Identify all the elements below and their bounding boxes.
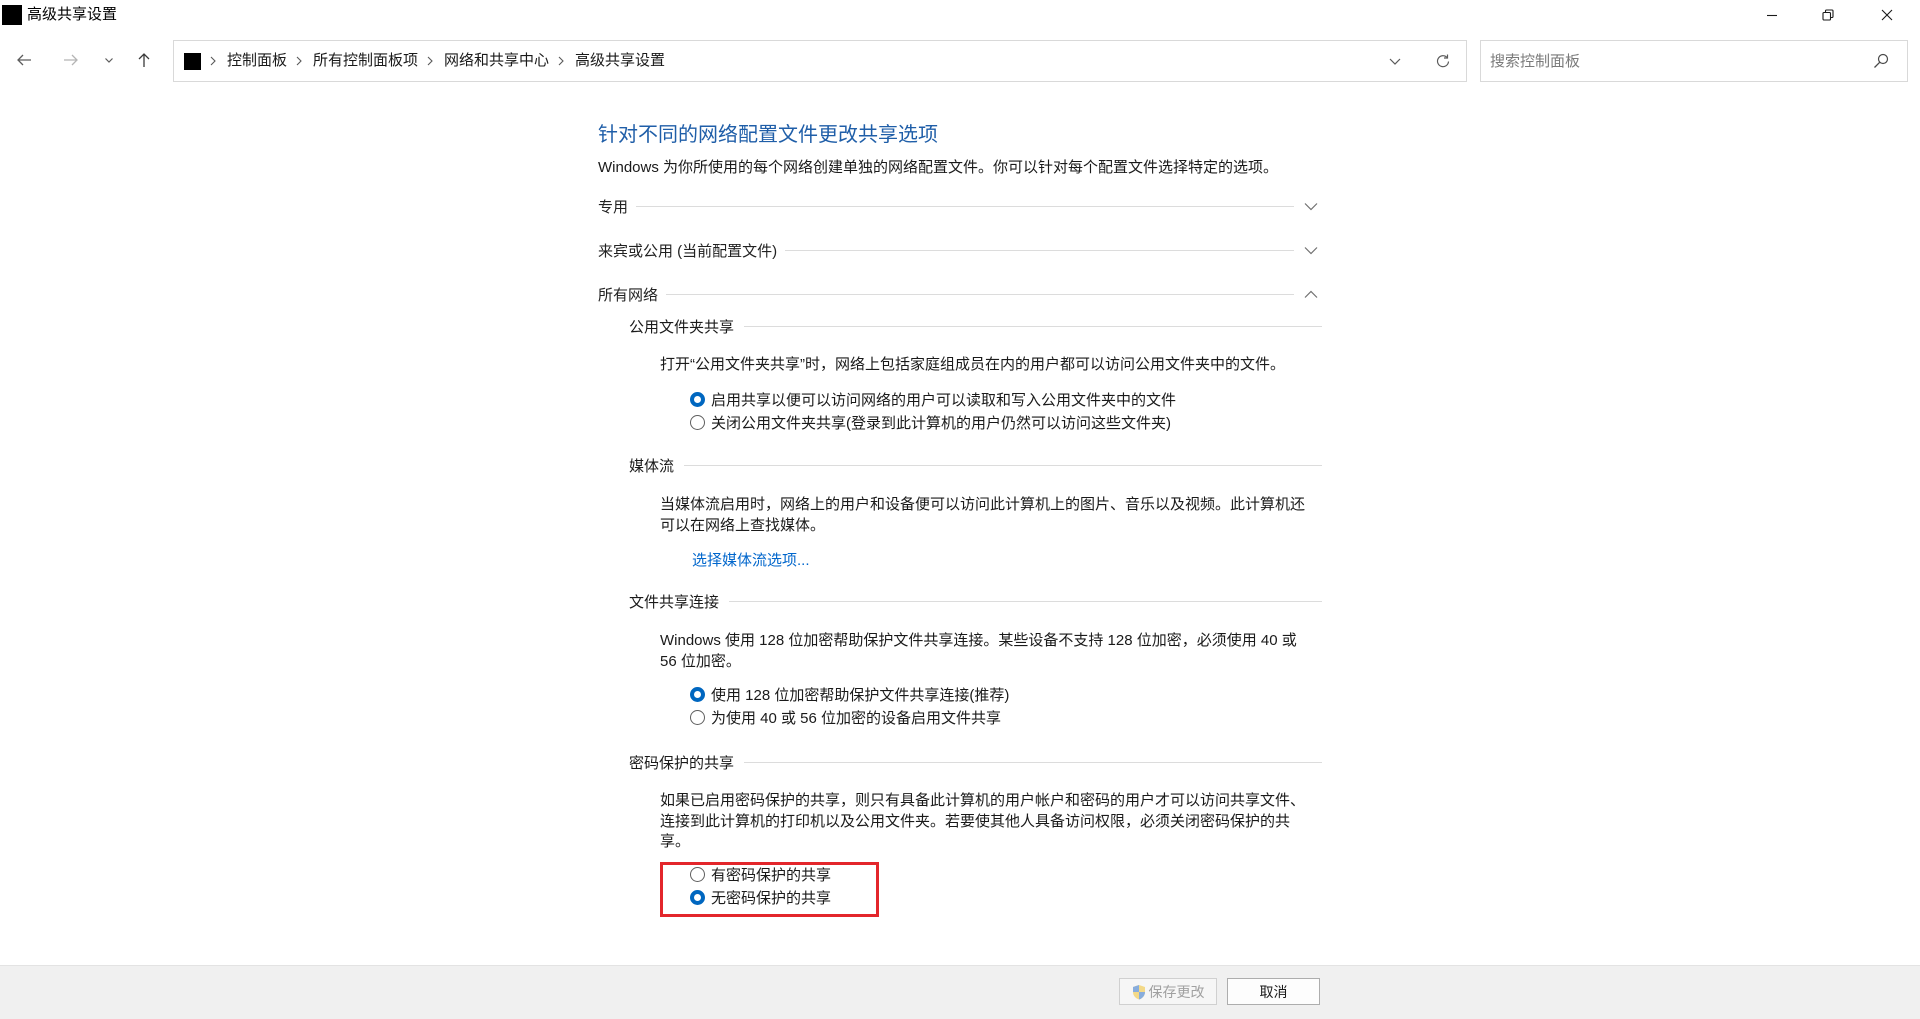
page-description: Windows 为你所使用的每个网络创建单独的网络配置文件。你可以针对每个配置文…	[598, 159, 1279, 176]
app-icon	[2, 5, 22, 25]
title-bar: 高级共享设置	[0, 0, 1920, 30]
radio-option-128-bit-encryption[interactable]: 使用 128 位加密帮助保护文件共享连接(推荐)	[690, 683, 1009, 706]
minimize-button[interactable]	[1743, 0, 1801, 30]
cancel-button[interactable]: 取消	[1227, 978, 1320, 1005]
radio-label[interactable]: 为使用 40 或 56 位加密的设备启用文件共享	[711, 707, 1001, 728]
radio-label[interactable]: 使用 128 位加密帮助保护文件共享连接(推荐)	[711, 684, 1009, 705]
breadcrumb-all-control-panel-items[interactable]: 所有控制面板项	[313, 51, 418, 71]
profile-row-private[interactable]: 专用	[598, 194, 1318, 218]
close-icon	[1881, 9, 1893, 21]
radio-button[interactable]	[690, 687, 705, 702]
save-changes-button[interactable]: 保存更改	[1119, 978, 1217, 1005]
divider	[785, 249, 1294, 251]
restore-icon	[1822, 9, 1834, 21]
breadcrumb-separator-icon[interactable]	[208, 55, 218, 67]
arrow-right-icon	[64, 54, 78, 66]
radio-label[interactable]: 启用共享以便可以访问网络的用户可以读取和写入公用文件夹中的文件	[711, 389, 1176, 410]
divider	[666, 293, 1294, 295]
search-input[interactable]	[1481, 41, 1861, 81]
page-title: 针对不同的网络配置文件更改共享选项	[598, 124, 938, 146]
address-bar[interactable]: 控制面板 所有控制面板项 网络和共享中心 高级共享设置	[173, 40, 1467, 82]
radio-label[interactable]: 无密码保护的共享	[711, 887, 831, 908]
breadcrumb-control-panel[interactable]: 控制面板	[227, 51, 287, 71]
arrow-left-icon	[17, 54, 31, 66]
section-header-password-protected-sharing: 密码保护的共享	[629, 750, 1322, 774]
radio-button[interactable]	[690, 710, 705, 725]
restore-button[interactable]	[1799, 0, 1857, 30]
divider	[636, 205, 1294, 207]
profile-label: 专用	[598, 198, 629, 216]
chevron-up-icon[interactable]	[1304, 290, 1318, 299]
radio-label[interactable]: 有密码保护的共享	[711, 864, 831, 885]
section-header-file-sharing-connections: 文件共享连接	[629, 589, 1322, 613]
profile-label: 所有网络	[598, 286, 659, 304]
breadcrumb-separator-icon[interactable]	[556, 55, 566, 67]
recent-locations-button[interactable]	[97, 44, 121, 76]
section-title: 媒体流	[629, 457, 675, 475]
radio-option-password-protected-on[interactable]: 有密码保护的共享	[690, 863, 831, 886]
section-description: Windows 使用 128 位加密帮助保护文件共享连接。某些设备不支持 128…	[660, 632, 1297, 670]
up-button[interactable]	[128, 44, 160, 76]
profile-row-all-networks[interactable]: 所有网络	[598, 282, 1318, 306]
control-panel-icon	[184, 52, 201, 70]
divider	[744, 325, 1322, 327]
section-title: 公用文件夹共享	[629, 318, 735, 336]
divider	[729, 600, 1322, 602]
media-streaming-options-link[interactable]: 选择媒体流选项...	[692, 550, 810, 572]
save-changes-label: 保存更改	[1148, 983, 1205, 1000]
forward-button[interactable]	[55, 44, 87, 76]
radio-option-40-56-bit-encryption[interactable]: 为使用 40 或 56 位加密的设备启用文件共享	[690, 706, 1001, 729]
divider	[744, 761, 1322, 763]
section-title: 密码保护的共享	[629, 754, 735, 772]
uac-shield-icon	[1132, 984, 1145, 999]
section-header-public-folder-sharing: 公用文件夹共享	[629, 314, 1322, 338]
radio-button[interactable]	[690, 890, 705, 905]
back-button[interactable]	[8, 44, 40, 76]
section-description: 打开“公用文件夹共享”时，网络上包括家庭组成员在内的用户都可以访问公用文件夹中的…	[660, 356, 1285, 373]
chevron-down-icon	[105, 58, 113, 63]
window-title: 高级共享设置	[27, 6, 118, 23]
radio-option-enable-public-sharing[interactable]: 启用共享以便可以访问网络的用户可以读取和写入公用文件夹中的文件	[690, 388, 1176, 411]
refresh-button[interactable]	[1431, 49, 1455, 73]
footer-bar: 保存更改 取消	[0, 965, 1920, 1019]
arrow-up-icon	[138, 53, 150, 67]
profile-row-guest-public[interactable]: 来宾或公用 (当前配置文件)	[598, 238, 1318, 262]
radio-option-password-protected-off[interactable]: 无密码保护的共享	[690, 886, 831, 909]
section-header-media-streaming: 媒体流	[629, 453, 1322, 477]
section-description: 如果已启用密码保护的共享，则只有具备此计算机的用户帐户和密码的用户才可以访问共享…	[660, 792, 1306, 850]
chevron-down-icon[interactable]	[1304, 246, 1318, 255]
divider	[684, 464, 1322, 466]
search-box[interactable]	[1480, 40, 1908, 82]
radio-label[interactable]: 关闭公用文件夹共享(登录到此计算机的用户仍然可以访问这些文件夹)	[711, 412, 1171, 433]
radio-button[interactable]	[690, 392, 705, 407]
radio-button[interactable]	[690, 867, 705, 882]
address-history-dropdown[interactable]	[1383, 49, 1407, 73]
search-icon	[1872, 52, 1890, 70]
refresh-icon	[1436, 54, 1450, 68]
section-title: 文件共享连接	[629, 593, 720, 611]
radio-button[interactable]	[690, 415, 705, 430]
radio-option-disable-public-sharing[interactable]: 关闭公用文件夹共享(登录到此计算机的用户仍然可以访问这些文件夹)	[690, 411, 1171, 434]
profile-label: 来宾或公用 (当前配置文件)	[598, 242, 778, 260]
breadcrumb-network-sharing-center[interactable]: 网络和共享中心	[444, 51, 549, 71]
breadcrumb-separator-icon[interactable]	[425, 55, 435, 67]
breadcrumb-advanced-sharing-settings[interactable]: 高级共享设置	[575, 51, 665, 71]
chevron-down-icon	[1389, 58, 1401, 65]
minimize-icon	[1767, 14, 1777, 17]
close-button[interactable]	[1858, 0, 1916, 30]
chevron-down-icon[interactable]	[1304, 202, 1318, 211]
section-description: 当媒体流启用时，网络上的用户和设备便可以访问此计算机上的图片、音乐以及视频。此计…	[660, 496, 1306, 534]
breadcrumb-separator-icon[interactable]	[294, 55, 304, 67]
